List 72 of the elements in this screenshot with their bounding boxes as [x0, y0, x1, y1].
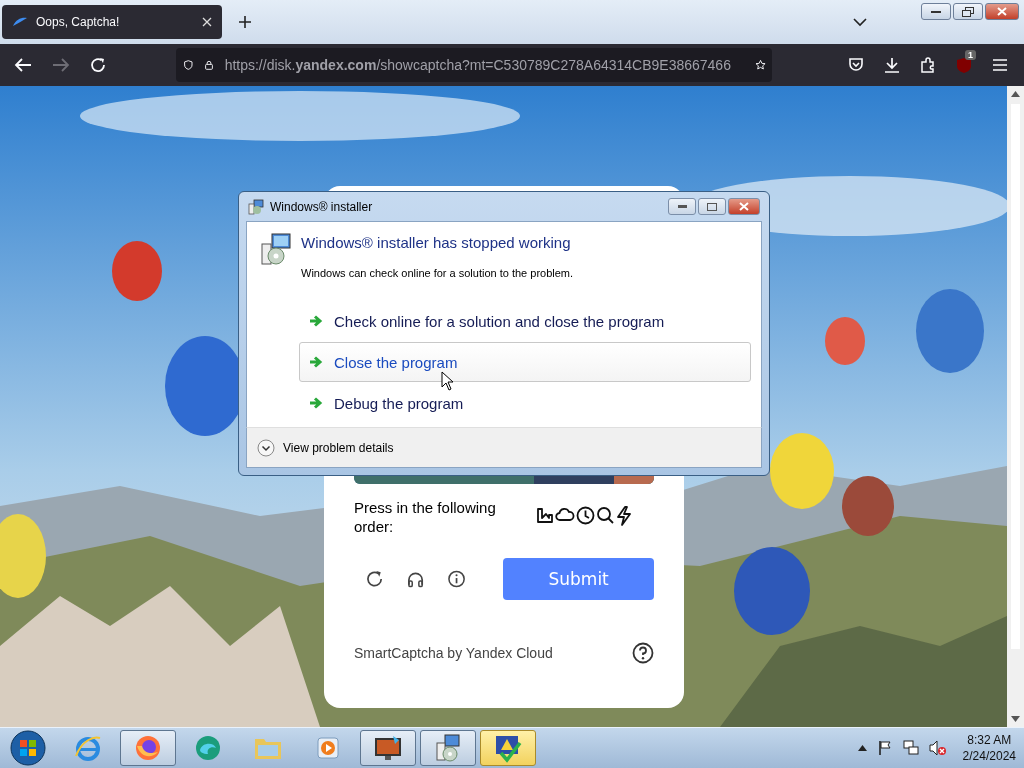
close-button[interactable]: [728, 198, 760, 215]
restore-icon: [962, 6, 974, 17]
plus-icon[interactable]: [238, 15, 252, 29]
download-icon[interactable]: [884, 57, 900, 73]
command-link[interactable]: Debug the program: [299, 383, 751, 423]
maximize-icon: [707, 202, 717, 211]
back-icon[interactable]: [14, 57, 32, 73]
browser-tab[interactable]: Oops, Captcha!: [2, 5, 222, 39]
scroll-down-icon[interactable]: [1011, 716, 1020, 722]
minimize-icon: [677, 205, 687, 208]
start-button[interactable]: [10, 730, 46, 766]
swoosh-icon: [12, 17, 28, 27]
lightning-icon: [615, 506, 633, 526]
play-icon: [315, 735, 341, 761]
taskbar-button[interactable]: [480, 730, 536, 766]
dialog-title: Windows® installer: [270, 199, 373, 214]
submit-button[interactable]: Submit: [503, 558, 654, 600]
monitor-icon: [373, 734, 403, 762]
cloud-icon: [555, 506, 575, 524]
footer-text: SmartCaptcha by Yandex Cloud: [354, 645, 553, 661]
flag-icon[interactable]: [876, 740, 893, 756]
maximize-button[interactable]: [698, 198, 726, 215]
fox-globe-icon: [134, 734, 162, 762]
minimize-button[interactable]: [921, 3, 951, 20]
wave-icon: [194, 734, 222, 762]
close-icon: [997, 7, 1007, 16]
menu-icon[interactable]: [992, 58, 1008, 72]
dialog-heading: Windows® installer has stopped working: [301, 234, 572, 251]
close-icon: [739, 202, 749, 211]
clock-icon: [576, 506, 595, 525]
taskbar-button[interactable]: [420, 730, 476, 766]
close-button[interactable]: [985, 3, 1019, 20]
speaker-muted-icon[interactable]: [928, 740, 947, 756]
arrow-right-icon: [309, 397, 323, 409]
close-icon[interactable]: [202, 17, 212, 27]
headphones-icon[interactable]: [407, 570, 425, 588]
reload-icon[interactable]: [366, 570, 384, 588]
notification-badge: 1: [965, 49, 976, 60]
e-logo-icon: [74, 734, 102, 762]
restore-button[interactable]: [953, 3, 983, 20]
forward-icon[interactable]: [52, 57, 70, 73]
cursor-icon: [441, 371, 455, 391]
warning-check-icon: [493, 733, 523, 763]
chevron-down-icon: [257, 438, 275, 457]
minimize-button[interactable]: [668, 198, 696, 215]
chevron-down-icon[interactable]: [853, 17, 867, 27]
command-link[interactable]: Close the program: [299, 342, 751, 382]
puzzle-icon[interactable]: [920, 57, 936, 73]
arrow-right-icon: [309, 356, 323, 368]
image-icon: [536, 506, 554, 524]
shield-icon[interactable]: [184, 57, 193, 73]
scrollbar[interactable]: [1007, 86, 1024, 727]
taskbar-button[interactable]: [120, 730, 176, 766]
installer-icon: [259, 232, 293, 266]
pocket-icon[interactable]: [848, 57, 864, 73]
dialog-message: Windows can check online for a solution to the problem.: [301, 267, 574, 279]
address-bar[interactable]: https://disk.yandex.com/showcaptcha?mt=C530789C278A64314CB9E38667466: [176, 48, 772, 82]
installer-icon: [433, 733, 463, 763]
search-icon: [596, 506, 614, 524]
network-icon[interactable]: [902, 740, 919, 756]
taskbar-button[interactable]: [360, 730, 416, 766]
installer-icon: [248, 198, 264, 215]
instruction-text: Press in the following order:: [354, 498, 497, 536]
help-icon[interactable]: [632, 642, 654, 664]
details-toggle[interactable]: View problem details: [257, 438, 394, 457]
scroll-up-icon[interactable]: [1011, 91, 1020, 97]
url-text: https://disk.yandex.com/showcaptcha?mt=C530789C278A64314CB9E38667466: [224, 57, 731, 73]
info-icon[interactable]: [448, 570, 466, 588]
command-link[interactable]: Check online for a solution and close the program: [299, 301, 751, 341]
up-arrow-icon[interactable]: [857, 745, 867, 751]
arrow-right-icon: [309, 315, 323, 327]
clock[interactable]: 8:32 AM 2/24/2024: [962, 732, 1016, 764]
